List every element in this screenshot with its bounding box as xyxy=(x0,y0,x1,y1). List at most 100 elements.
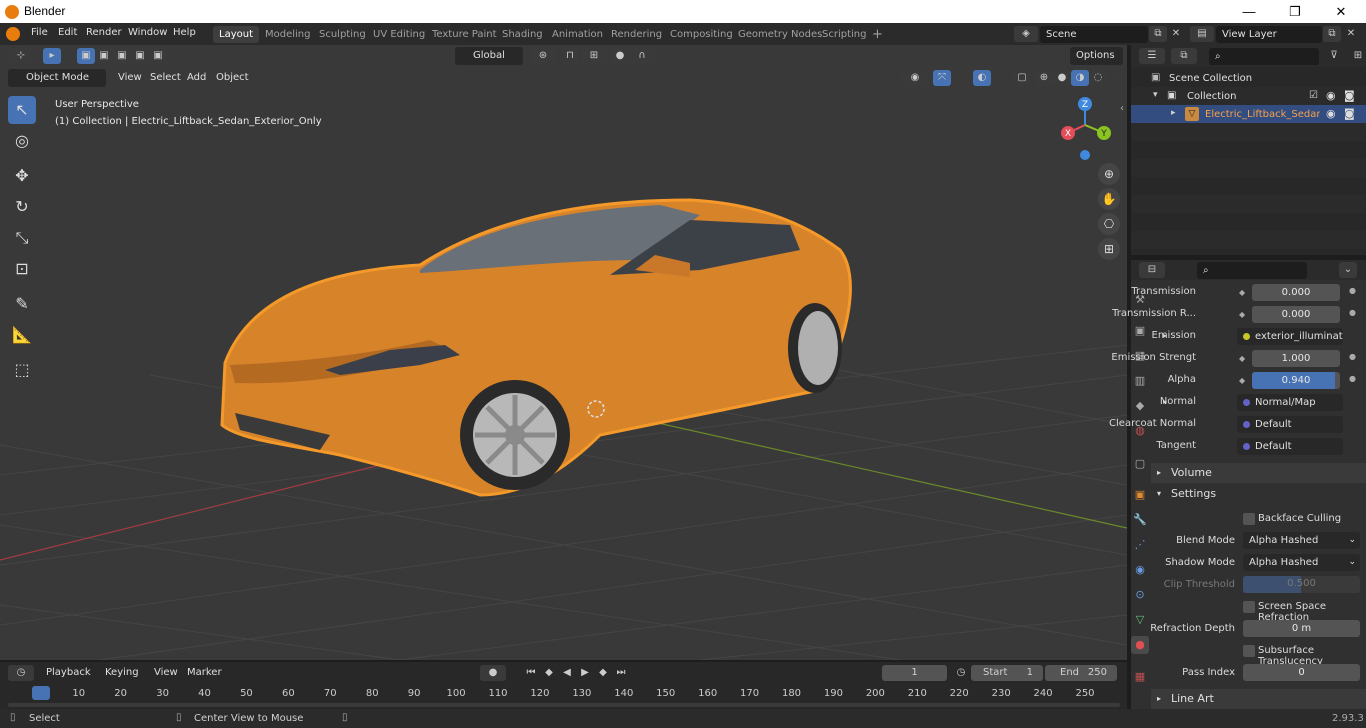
navigation-gizmo[interactable]: Z X Y xyxy=(1060,95,1120,160)
material-preview-icon[interactable]: ◑ xyxy=(1071,70,1089,86)
viewport-menu-add[interactable]: Add xyxy=(187,72,206,83)
tangent-field[interactable]: Default xyxy=(1237,438,1343,455)
tab-geometry-nodes[interactable]: Geometry Nodes xyxy=(732,26,828,43)
scale-tool-icon[interactable]: ⤡ xyxy=(8,224,36,252)
outliner-row-collection[interactable]: ▾ ▣ Collection ☑ ◉ ◙ xyxy=(1131,87,1366,105)
render-camera-icon[interactable]: ◙ xyxy=(1344,107,1355,120)
new-scene-icon[interactable]: ⧉ xyxy=(1149,26,1167,42)
outliner-search-field[interactable]: ⌕ xyxy=(1209,48,1319,65)
tab-animation[interactable]: Animation xyxy=(546,26,609,43)
outliner-row-scene-collection[interactable]: ▣ Scene Collection xyxy=(1131,69,1366,87)
sidebar-toggle-icon[interactable]: ‹ xyxy=(1120,103,1124,114)
keyframe-dot-icon[interactable]: ● xyxy=(1349,286,1356,295)
tab-rendering[interactable]: Rendering xyxy=(605,26,668,43)
cursor-tool-icon[interactable]: ◎ xyxy=(8,127,36,155)
blender-menu-icon[interactable] xyxy=(6,27,20,41)
scene-selector-icon[interactable]: ◈ xyxy=(1014,26,1038,42)
annotate-tool-icon[interactable]: ✎ xyxy=(8,290,36,318)
hide-eye-icon[interactable]: ◉ xyxy=(1326,107,1336,120)
ssr-checkbox[interactable] xyxy=(1243,601,1255,613)
render-camera-icon[interactable]: ◙ xyxy=(1344,89,1355,102)
tab-sculpting[interactable]: Sculpting xyxy=(313,26,372,43)
editor-type-icon[interactable]: ⊹ xyxy=(8,48,34,64)
snap-toggle-icon[interactable]: ⊓ xyxy=(561,48,579,64)
link-socket-icon[interactable]: ◆ xyxy=(1239,354,1245,363)
move-tool-icon[interactable]: ✥ xyxy=(8,162,36,190)
menu-edit[interactable]: Edit xyxy=(58,27,77,38)
wireframe-shading-icon[interactable]: ⊕ xyxy=(1035,70,1053,86)
settings-panel-header[interactable]: ▾ Settings xyxy=(1151,484,1366,504)
select-mode-new-icon[interactable]: ▣ xyxy=(77,48,95,64)
outliner-editor-type-icon[interactable]: ☰ xyxy=(1139,48,1165,64)
add-cube-tool-icon[interactable]: ⬚ xyxy=(8,356,36,384)
falloff-icon[interactable]: ∩ xyxy=(629,48,655,64)
pivot-point-icon[interactable]: ⊛ xyxy=(530,48,556,64)
expand-arrow-icon[interactable]: ▸ xyxy=(1171,108,1176,118)
object-mode-dropdown[interactable]: Object Mode xyxy=(8,69,106,87)
line-art-panel-header[interactable]: ▸ Line Art xyxy=(1151,689,1366,709)
measure-tool-icon[interactable]: 📐 xyxy=(8,321,36,349)
transform-orientation-dropdown[interactable]: Global xyxy=(455,47,523,65)
link-socket-icon[interactable]: ◆ xyxy=(1239,288,1245,297)
properties-search-field[interactable]: ⌕ xyxy=(1197,262,1307,279)
timeline-scrollbar[interactable] xyxy=(8,703,1120,707)
view-layer-icon[interactable]: ▤ xyxy=(1190,26,1214,42)
outliner-row-object[interactable]: ▸ ▽ Electric_Liftback_Sedan_E ◉ ◙ xyxy=(1131,105,1366,123)
link-socket-icon[interactable]: ◆ xyxy=(1239,376,1245,385)
tab-scripting[interactable]: Scripting xyxy=(816,26,872,43)
texture-tab-icon[interactable]: ▦ xyxy=(1131,668,1149,686)
hide-eye-icon[interactable]: ◉ xyxy=(1326,89,1336,102)
refraction-depth-field[interactable]: 0 m xyxy=(1243,620,1360,637)
gizmo-toggle-icon[interactable]: ⤧ xyxy=(933,70,951,86)
pan-hand-icon[interactable]: ✋ xyxy=(1098,188,1120,210)
menu-file[interactable]: File xyxy=(31,27,48,38)
clearcoat-normal-field[interactable]: Default xyxy=(1237,416,1343,433)
delete-scene-icon[interactable]: ✕ xyxy=(1167,26,1185,42)
properties-options-icon[interactable]: ⌄ xyxy=(1339,262,1357,278)
tab-uv-editing[interactable]: UV Editing xyxy=(367,26,431,43)
emission-strength-slider[interactable]: 1.000 xyxy=(1252,350,1340,367)
pass-index-field[interactable]: 0 xyxy=(1243,664,1360,681)
delete-view-layer-icon[interactable]: ✕ xyxy=(1342,26,1360,42)
particles-tab-icon[interactable]: ⋰ xyxy=(1131,536,1149,554)
tab-compositing[interactable]: Compositing xyxy=(664,26,739,43)
view-layer-field[interactable]: View Layer xyxy=(1216,26,1322,43)
frame-ruler[interactable]: 1102030405060708090100110120130140150160… xyxy=(0,662,1127,709)
subsurface-checkbox[interactable] xyxy=(1243,645,1255,657)
shadow-mode-dropdown[interactable]: Alpha Hashed ⌄ xyxy=(1243,554,1360,571)
new-view-layer-icon[interactable]: ⧉ xyxy=(1323,26,1341,42)
tab-layout[interactable]: Layout xyxy=(213,26,259,43)
collection-tab-icon[interactable]: ▢ xyxy=(1131,455,1149,473)
filter-icon[interactable]: ⊽ xyxy=(1321,48,1347,64)
viewport-menu-object[interactable]: Object xyxy=(216,72,249,83)
viewport-menu-select[interactable]: Select xyxy=(150,72,181,83)
menu-window[interactable]: Window xyxy=(128,27,167,38)
overlays-toggle-icon[interactable]: ◐ xyxy=(973,70,991,86)
material-tab-icon[interactable]: ● xyxy=(1131,636,1149,654)
solid-shading-icon[interactable]: ● xyxy=(1053,70,1071,86)
options-dropdown[interactable]: Options xyxy=(1070,47,1123,65)
xray-toggle-icon[interactable]: ▢ xyxy=(1013,70,1031,86)
ortho-grid-icon[interactable]: ⊞ xyxy=(1098,238,1120,260)
menu-render[interactable]: Render xyxy=(86,27,122,38)
blend-mode-dropdown[interactable]: Alpha Hashed ⌄ xyxy=(1243,532,1360,549)
select-box-tool-icon[interactable]: ▸ xyxy=(43,48,61,64)
3d-viewport[interactable]: ⊹ ▸ ▣ ▣ ▣ ▣ ▣ Global ⊛ ⊓ ⊞ ● ∩ Options O… xyxy=(0,45,1127,660)
maximize-button[interactable]: ❐ xyxy=(1272,2,1318,21)
select-mode-subtract-icon[interactable]: ▣ xyxy=(113,48,131,64)
proportional-edit-icon[interactable]: ● xyxy=(611,48,629,64)
alpha-slider[interactable]: 0.940 xyxy=(1252,372,1340,389)
modifier-tab-icon[interactable]: 🔧 xyxy=(1131,511,1149,529)
volume-panel-header[interactable]: ▸ Volume xyxy=(1151,463,1366,483)
normal-link-field[interactable]: Normal/Map xyxy=(1237,394,1343,411)
snap-target-icon[interactable]: ⊞ xyxy=(581,48,607,64)
constraints-tab-icon[interactable]: ⊙ xyxy=(1131,586,1149,604)
zoom-icon[interactable]: ⊕ xyxy=(1098,163,1120,185)
new-collection-icon[interactable]: ⊞ xyxy=(1349,48,1366,64)
tab-modeling[interactable]: Modeling xyxy=(259,26,317,43)
add-workspace-icon[interactable]: + xyxy=(866,26,889,43)
camera-view-icon[interactable]: ⎔ xyxy=(1098,213,1120,235)
transform-tool-icon[interactable]: ⊡ xyxy=(8,255,36,283)
menu-help[interactable]: Help xyxy=(173,27,196,38)
clip-threshold-slider[interactable]: 0.500 xyxy=(1243,576,1360,593)
